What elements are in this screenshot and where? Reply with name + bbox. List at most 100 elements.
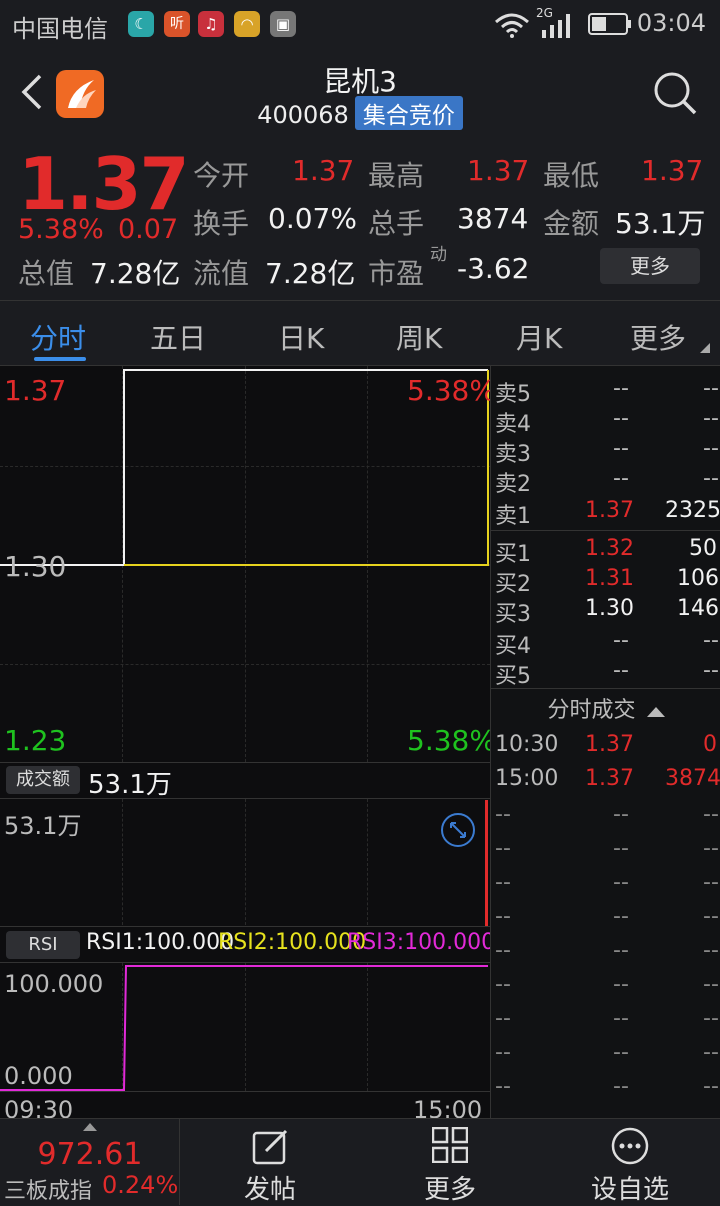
trades-header-label: 分时成交	[547, 698, 636, 723]
high-label: 最高	[368, 159, 425, 192]
stock-code-line: 400068 集合竞价	[0, 96, 720, 130]
pct-axis-bottom: 5.38%	[407, 724, 496, 757]
volume-indicator-button[interactable]: 成交额	[6, 766, 80, 794]
caret-up-icon	[646, 707, 665, 717]
post-label: 发帖	[243, 1175, 296, 1205]
trades-header[interactable]: 分时成交	[491, 692, 720, 724]
caret-up-icon	[83, 1123, 97, 1131]
tab-five-day[interactable]: 五日	[150, 317, 206, 357]
tab-more[interactable]: 更多	[630, 317, 686, 357]
high-value: 1.37	[467, 154, 530, 187]
volume-axis-max: 53.1万	[4, 812, 82, 840]
trade-row-empty: -- -- --	[495, 836, 719, 861]
expand-icon[interactable]	[440, 812, 476, 848]
rsi2-value: RSI2:100.000	[218, 930, 367, 955]
trade-row-empty: -- -- --	[495, 1074, 719, 1099]
rsi1-value: RSI1:100.000	[86, 930, 235, 955]
ask-row: 卖5 -- --	[495, 376, 719, 407]
open-label: 今开	[193, 159, 250, 192]
grid-icon	[432, 1127, 468, 1163]
battery-icon	[588, 13, 631, 35]
ask-row: 卖1 1.37 2325	[495, 498, 720, 529]
price-line	[0, 369, 490, 566]
auction-badge: 集合竞价	[354, 96, 463, 130]
rsi-indicator-button[interactable]: RSI	[6, 931, 80, 959]
pct-axis-top: 5.38%	[407, 374, 496, 407]
ask-row: 卖4 -- --	[495, 406, 719, 437]
y-axis-mid: 1.30	[4, 550, 67, 583]
tab-weekly-k[interactable]: 周K	[396, 317, 442, 357]
trade-row-empty: -- -- --	[495, 870, 719, 895]
search-button[interactable]	[652, 70, 698, 120]
divider	[0, 762, 490, 763]
order-book: 卖5 -- -- 卖4 -- -- 卖3 -- -- 卖2 -- -- 卖1 1.37 2325 买…	[490, 366, 720, 1118]
trade-row-empty: -- -- --	[495, 802, 719, 827]
trade-row-empty: -- -- --	[495, 1040, 719, 1065]
turnover-value: 0.07%	[268, 202, 357, 235]
stock-name: 昆机3	[323, 65, 397, 98]
volume-value: 53.1万	[88, 770, 172, 800]
volume-value: 3874	[457, 202, 529, 235]
wifi-icon	[495, 13, 529, 38]
clock: 03:04	[636, 9, 706, 37]
bid-row: 买3 1.30 146	[495, 596, 719, 627]
more-button[interactable]: 更多	[360, 1119, 540, 1205]
divider	[0, 926, 490, 927]
bid-row: 买1 1.32 50	[495, 536, 717, 567]
more-quote-button[interactable]: 更多	[600, 248, 700, 284]
edit-icon	[252, 1129, 288, 1165]
volume-bar	[485, 800, 488, 926]
wifi-app-icon: ◠	[234, 11, 260, 37]
index-ticker[interactable]: 972.61 三板成指 0.24%	[0, 1119, 180, 1205]
trade-row-empty: -- -- --	[495, 938, 719, 963]
tab-intraday[interactable]: 分时	[30, 317, 86, 357]
watchlist-label: 设自选	[590, 1175, 669, 1205]
tab-daily-k[interactable]: 日K	[278, 317, 324, 357]
more-dots-icon	[611, 1127, 649, 1165]
grid-line	[367, 799, 368, 925]
float-label: 流值	[193, 257, 250, 290]
rsi-axis-top: 100.000	[4, 970, 104, 998]
more-label: 更多	[423, 1175, 476, 1205]
y-axis-top: 1.37	[4, 374, 67, 407]
divider	[491, 688, 720, 689]
trade-row: 10:30 1.37 0	[495, 732, 717, 757]
pe-label: 市盈	[368, 257, 425, 290]
open-value: 1.37	[292, 154, 355, 187]
ting-app-icon: 听	[164, 11, 190, 37]
index-percent: 0.24%	[102, 1171, 179, 1199]
post-button[interactable]: 发帖	[180, 1119, 360, 1205]
bid-row: 买2 1.31 106	[495, 566, 719, 597]
index-name: 三板成指	[4, 1179, 93, 1204]
add-watchlist-button[interactable]: 设自选	[540, 1119, 720, 1205]
music-app-icon: ♫	[198, 11, 224, 37]
float-value: 7.28亿	[265, 257, 356, 290]
ask-row: 卖2 -- --	[495, 466, 719, 497]
search-icon	[654, 72, 697, 115]
signal-icon	[542, 14, 570, 38]
stock-code: 400068	[257, 101, 349, 129]
amount-label: 金额	[543, 207, 600, 240]
carrier-name: 中国电信	[12, 15, 108, 43]
image-app-icon: ▣	[270, 11, 296, 37]
ask-row: 卖3 -- --	[495, 436, 719, 467]
caret-icon	[700, 343, 710, 353]
trade-row-empty: -- -- --	[495, 972, 719, 997]
rsi-axis-bottom: 0.000	[4, 1062, 73, 1090]
bottom-bar: 972.61 三板成指 0.24% 发帖 更多 设自选	[0, 1118, 720, 1205]
grid-line	[122, 799, 123, 925]
moon-app-icon: ☾	[128, 11, 154, 37]
status-bar: 中国电信 ☾ 听 ♫ ◠ ▣ 2G 03:04	[0, 0, 720, 50]
intraday-chart[interactable]: 1.37 5.38% 1.30 1.23 5.38% 成交额 53.1万 53.…	[0, 366, 496, 1124]
rsi3-value: RSI3:100.000	[347, 930, 496, 955]
y-axis-bottom: 1.23	[4, 724, 67, 757]
tab-monthly-k[interactable]: 月K	[516, 317, 562, 357]
chart-tabs: 分时 五日 日K 周K 月K 更多	[0, 300, 720, 366]
grid-line	[245, 799, 246, 925]
mcap-value: 7.28亿	[90, 257, 181, 290]
low-value: 1.37	[641, 154, 704, 187]
bid-row: 买4 -- --	[495, 628, 719, 659]
tab-active-indicator	[34, 357, 86, 361]
trade-row-empty: -- -- --	[495, 1006, 719, 1031]
turnover-label: 换手	[193, 207, 250, 240]
